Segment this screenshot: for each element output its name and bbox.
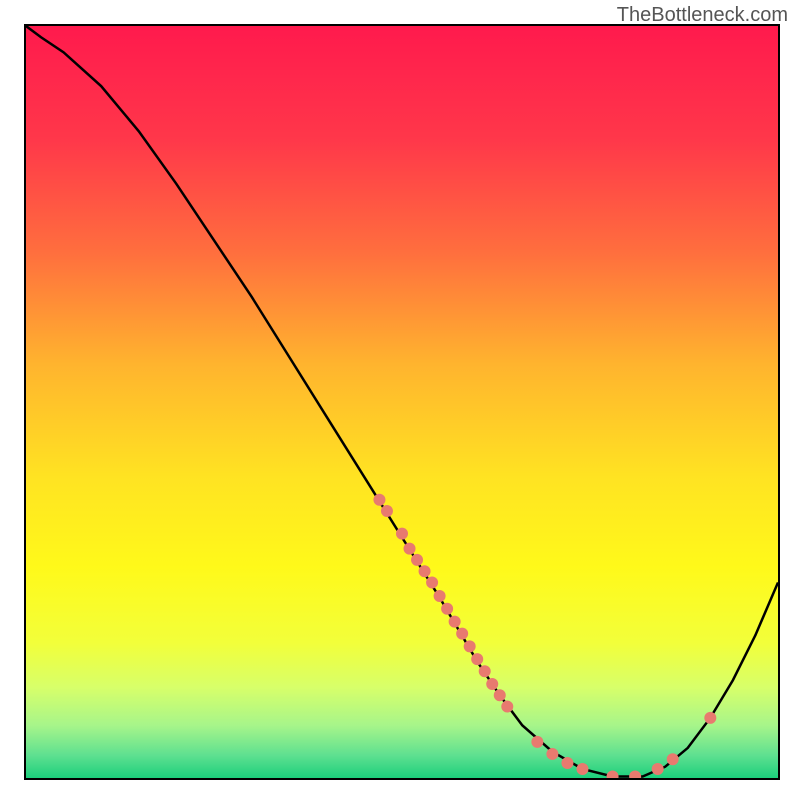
watermark-text: TheBottleneck.com	[617, 4, 788, 27]
data-point	[373, 494, 385, 506]
data-point	[501, 701, 513, 713]
plot-area	[24, 24, 780, 780]
data-point	[486, 678, 498, 690]
data-point	[396, 528, 408, 540]
chart-container: TheBottleneck.com	[0, 0, 800, 800]
data-point	[471, 653, 483, 665]
data-point	[449, 616, 461, 628]
data-point	[704, 712, 716, 724]
data-point	[494, 689, 506, 701]
data-point	[434, 590, 446, 602]
gradient-background	[26, 26, 778, 778]
data-point	[479, 665, 491, 677]
data-point	[667, 753, 679, 765]
data-point	[381, 505, 393, 517]
data-point	[441, 603, 453, 615]
chart-svg	[26, 26, 778, 778]
data-point	[464, 640, 476, 652]
data-point	[456, 628, 468, 640]
data-point	[576, 763, 588, 775]
data-point	[426, 576, 438, 588]
data-point	[546, 748, 558, 760]
data-point	[531, 736, 543, 748]
data-point	[652, 763, 664, 775]
data-point	[419, 565, 431, 577]
data-point	[411, 554, 423, 566]
data-point	[561, 757, 573, 769]
data-point	[404, 543, 416, 555]
